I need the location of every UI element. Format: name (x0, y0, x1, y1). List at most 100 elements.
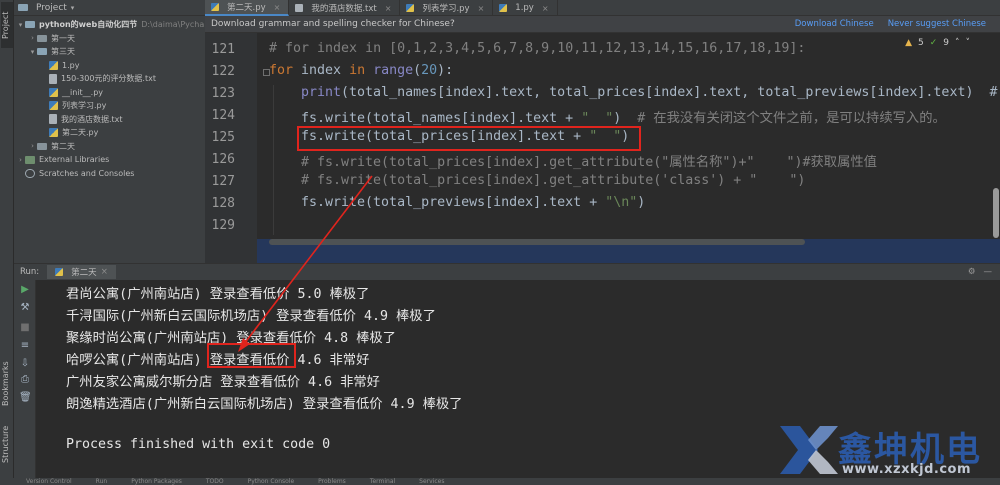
folder-icon (25, 21, 35, 29)
folder-icon (37, 142, 47, 150)
never-suggest-link[interactable]: Never suggest Chinese (888, 19, 986, 29)
text-file-icon (49, 73, 57, 84)
code-line-127: # fs.write(total_prices[index].get_attri… (301, 173, 806, 188)
code-token: ) (613, 111, 638, 126)
tree-item-label: 第三天 (51, 47, 75, 57)
tree-item-label: 150-300元的评分数据.txt (61, 74, 156, 84)
code-line-128: fs.write(total_previews[index].text + "\… (269, 195, 645, 210)
minimize-icon[interactable]: — (984, 267, 993, 277)
python-file-icon (49, 60, 58, 70)
stop-icon[interactable]: ■ (19, 322, 31, 334)
scroll-to-end-icon[interactable]: ⇩ (19, 358, 31, 370)
tree-item-label: 第二天.py (62, 128, 99, 138)
line-number: 124 (211, 108, 235, 123)
expand-arrow-icon[interactable]: ▾ (16, 21, 25, 29)
line-number: 127 (211, 174, 235, 189)
project-tool-tab[interactable]: Project (1, 2, 13, 48)
code-line-122: for index in range(20): (269, 63, 453, 78)
console-line: 朗逸精选酒店(广州新白云国际机场店) 登录查看低价 4.9 棒极了 (66, 397, 463, 412)
code-line-123: print(total_names[index].text, total_pri… (269, 85, 997, 100)
status-run[interactable]: Run (96, 478, 108, 485)
inspection-widget[interactable]: ▲ 5 ✓ 9 ˄ ˅ (905, 38, 970, 48)
left-tool-strip: Project Bookmarks Structure (0, 0, 14, 485)
close-icon[interactable]: × (385, 4, 392, 13)
bookmarks-tool-tab[interactable]: Bookmarks (1, 361, 13, 406)
tab-hotel-data-txt[interactable]: 我的酒店数据.txt × (289, 0, 401, 16)
tree-item-file[interactable]: 我的酒店数据.txt (14, 113, 205, 127)
chevron-down-icon[interactable]: ▾ (71, 4, 75, 12)
chevron-up-icon[interactable]: ˄ (955, 38, 960, 48)
run-config-tab[interactable]: 第二天 × (47, 265, 116, 279)
code-token: index (293, 63, 350, 78)
notification-message: Download grammar and spelling checker fo… (211, 19, 455, 29)
status-todo[interactable]: TODO (206, 478, 224, 485)
editor-tab-bar: 第二天.py × 我的酒店数据.txt × 列表学习.py × 1.py × (205, 0, 1000, 16)
structure-tool-tab[interactable]: Structure (1, 422, 13, 466)
tree-item-file[interactable]: 1.py (14, 59, 205, 73)
tree-item-file[interactable]: 150-300元的评分数据.txt (14, 72, 205, 86)
close-icon[interactable]: × (542, 4, 549, 13)
ok-count: 9 (943, 38, 949, 48)
code-token: ( (413, 63, 422, 78)
status-version-control[interactable]: Version Control (26, 478, 72, 485)
tree-item-label: 第一天 (51, 33, 75, 43)
line-number: 129 (211, 218, 235, 233)
tree-item-scratches[interactable]: Scratches and Consoles (14, 167, 205, 181)
tab-1-py[interactable]: 1.py × (493, 0, 558, 16)
horizontal-scrollbar[interactable] (269, 239, 805, 245)
tree-item-file[interactable]: __init__.py (14, 86, 205, 100)
expand-arrow-icon[interactable]: ▾ (28, 48, 37, 56)
wrench-icon[interactable]: ⚒ (19, 302, 31, 314)
close-icon[interactable]: × (274, 3, 281, 12)
project-folder-icon (18, 4, 28, 11)
tree-root-path: D:\daima\Pycha (141, 20, 205, 30)
soft-wrap-icon[interactable]: ≡ (19, 340, 31, 352)
tree-item-file[interactable]: 列表学习.py (14, 99, 205, 113)
console-line: 君尚公寓(广州南站店) 登录查看低价 5.0 棒极了 (66, 287, 370, 302)
tree-item-folder[interactable]: › 第二天 (14, 140, 205, 154)
text-file-icon (295, 4, 304, 12)
status-python-packages[interactable]: Python Packages (131, 478, 182, 485)
close-icon[interactable]: × (101, 267, 108, 277)
code-line-121: # for index in [0,1,2,3,4,5,6,7,8,9,10,1… (269, 41, 806, 56)
close-icon[interactable]: × (478, 4, 485, 13)
python-file-icon (49, 101, 58, 111)
check-icon: ✓ (929, 38, 938, 48)
code-token: ) (637, 195, 646, 210)
python-file-icon (49, 87, 58, 97)
print-icon[interactable]: ⎙ (19, 374, 31, 386)
watermark-url: www.xzxkjd.com (842, 462, 972, 477)
tab-list-study-py[interactable]: 列表学习.py × (400, 0, 494, 16)
brand-logo-icon (780, 426, 838, 474)
line-number: 128 (211, 196, 235, 211)
collapse-arrow-icon[interactable]: › (28, 142, 37, 150)
download-chinese-link[interactable]: Download Chinese (795, 19, 874, 29)
status-services[interactable]: Services (419, 478, 444, 485)
gear-icon[interactable]: ⚙ (968, 267, 976, 277)
status-problems[interactable]: Problems (318, 478, 346, 485)
tree-root[interactable]: ▾ python的web自动化四节 D:\daima\Pycha (14, 18, 205, 32)
tree-item-external-libraries[interactable]: › External Libraries (14, 153, 205, 167)
status-python-console[interactable]: Python Console (248, 478, 295, 485)
chevron-down-icon[interactable]: ˅ (966, 38, 971, 48)
vertical-scrollbar[interactable] (993, 188, 999, 238)
code-token: fs.write(total_previews[index].text + (301, 195, 606, 210)
tree-item-folder[interactable]: › 第一天 (14, 32, 205, 46)
collapse-arrow-icon[interactable]: › (28, 34, 37, 42)
tree-item-label: External Libraries (39, 155, 110, 165)
folder-icon (37, 34, 47, 42)
tree-item-folder[interactable]: ▾ 第三天 (14, 45, 205, 59)
console-line: 千浔国际(广州新白云国际机场店) 登录查看低价 4.9 棒极了 (66, 309, 436, 324)
tab-di-er-tian-py[interactable]: 第二天.py × (205, 0, 290, 16)
code-token: (total_names[index].text, total_prices[i… (341, 85, 998, 100)
tree-item-file[interactable]: 第二天.py (14, 126, 205, 140)
line-number-gutter: 121 122 123 124 125 126 127 128 129 (205, 33, 257, 263)
highlight-box-output (207, 343, 296, 368)
collapse-arrow-icon[interactable]: › (16, 156, 25, 164)
project-pane-header[interactable]: Project ▾ (14, 0, 205, 16)
watermark: 鑫坤机电 www.xzxkjd.com (778, 420, 1000, 482)
status-terminal[interactable]: Terminal (370, 478, 395, 485)
highlight-box-code (297, 126, 641, 151)
rerun-icon[interactable]: ▶ (19, 284, 31, 296)
trash-icon[interactable]: 🗑 (19, 392, 32, 404)
